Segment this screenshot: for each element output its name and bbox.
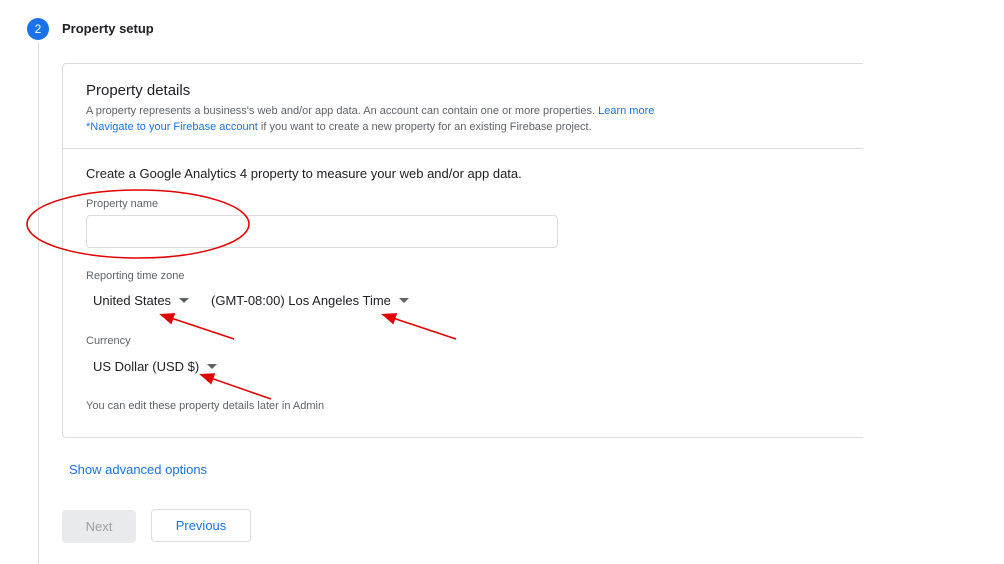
time-zone-value: (GMT-08:00) Los Angeles Time xyxy=(211,293,391,308)
currency-label: Currency xyxy=(86,335,131,347)
step-title: Property setup xyxy=(62,21,154,36)
firebase-note-text: if you want to create a new property for… xyxy=(260,121,592,133)
country-value: United States xyxy=(93,293,172,308)
chevron-down-icon xyxy=(398,298,409,303)
next-button[interactable]: Next xyxy=(62,510,136,543)
chevron-down-icon xyxy=(179,298,190,303)
country-select[interactable]: United States xyxy=(93,293,190,308)
property-details-card: Property details A property represents a… xyxy=(62,63,863,438)
stepper-line xyxy=(38,42,39,564)
currency-select[interactable]: US Dollar (USD $) xyxy=(93,359,218,374)
step-number-badge: 2 xyxy=(27,18,49,40)
firebase-account-link[interactable]: *Navigate to your Firebase account xyxy=(86,121,258,133)
show-advanced-options-link[interactable]: Show advanced options xyxy=(69,462,207,477)
card-divider xyxy=(63,148,863,149)
description-text: A property represents a business's web a… xyxy=(86,105,596,117)
currency-value: US Dollar (USD $) xyxy=(93,359,200,374)
time-zone-select[interactable]: (GMT-08:00) Los Angeles Time xyxy=(211,293,409,308)
card-description: A property represents a business's web a… xyxy=(86,103,654,135)
card-title: Property details xyxy=(86,82,191,99)
property-name-input[interactable] xyxy=(86,215,558,248)
learn-more-link[interactable]: Learn more xyxy=(598,105,654,117)
previous-button[interactable]: Previous xyxy=(151,509,251,542)
create-property-intro: Create a Google Analytics 4 property to … xyxy=(86,166,522,181)
chevron-down-icon xyxy=(207,364,218,369)
property-name-label: Property name xyxy=(86,198,159,210)
time-zone-label: Reporting time zone xyxy=(86,270,185,282)
edit-later-note: You can edit these property details late… xyxy=(86,400,325,412)
